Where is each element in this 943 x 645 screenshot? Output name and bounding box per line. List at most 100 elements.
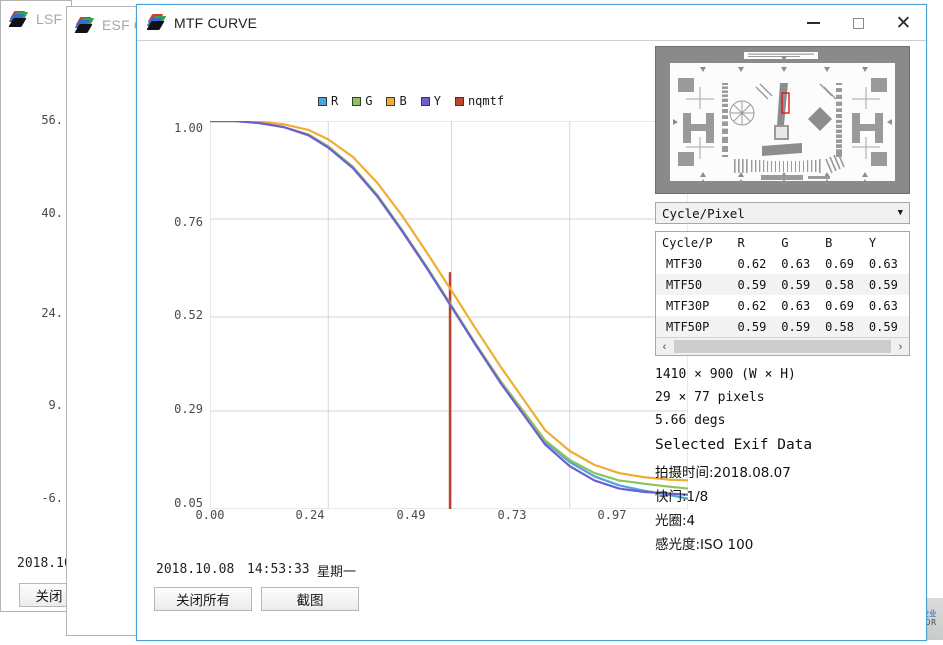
legend-swatch-r <box>318 96 327 106</box>
cell-mtf50p-g: 0.59 <box>781 319 811 334</box>
test-chart-thumbnail[interactable] <box>655 46 910 194</box>
exif-capture-time: 拍摄时间:2018.08.07 <box>655 465 791 481</box>
lsf-ytick-1: 40. <box>41 206 63 220</box>
cell-mtf50p-b: 0.58 <box>825 319 855 334</box>
table-row[interactable]: MTF30 0.62 0.63 0.69 0.63 <box>656 253 909 274</box>
mtf-titlebar[interactable]: MTF CURVE ✕ <box>137 5 926 41</box>
unit-select[interactable]: Cycle/Pixel ▼ <box>655 202 910 224</box>
screenshot-button[interactable]: 截图 <box>261 587 359 611</box>
col-header-r: R <box>731 232 776 253</box>
row-label-mtf50: MTF50 <box>666 277 703 292</box>
chart-ytick-3: 0.29 <box>174 402 203 416</box>
scroll-right-icon[interactable]: › <box>892 338 909 355</box>
cell-mtf50p-y: 0.59 <box>868 319 898 334</box>
cell-mtf30-y: 0.63 <box>868 256 898 271</box>
legend-item-g: G <box>352 94 372 108</box>
exif-aperture: 光圈:4 <box>655 513 696 529</box>
lsf-status-date: 2018.10 <box>17 556 72 571</box>
window-mtf-curve[interactable]: MTF CURVE ✕ R G B Y nqmtf 1.00 0.76 0.52… <box>136 4 927 641</box>
legend-label-nqmtf: nqmtf <box>467 94 505 108</box>
row-label-mtf30p: MTF30P <box>666 298 710 313</box>
legend-swatch-y <box>420 96 430 106</box>
window-lsf-curve[interactable]: LSF CU 56. 40. 24. 9. -6. 2018.10 关闭 <box>0 0 87 612</box>
chart-xtick-2: 0.49 <box>396 508 426 522</box>
cell-mtf30p-b: 0.69 <box>825 298 855 313</box>
table-row[interactable]: MTF50 0.59 0.59 0.58 0.59 <box>656 274 909 295</box>
legend-item-y: Y <box>420 94 441 108</box>
chevron-down-icon[interactable]: ▼ <box>898 208 903 218</box>
lsf-ytick-2: 24. <box>41 306 63 320</box>
app-logo-icon <box>146 14 167 31</box>
chart-ytick-2: 0.52 <box>174 308 203 322</box>
status-time: 14:53:33 <box>247 562 310 577</box>
cell-mtf30-b: 0.69 <box>825 256 855 271</box>
chart-xtick-4: 0.97 <box>597 508 627 522</box>
table-horizontal-scrollbar[interactable]: ‹ › <box>656 337 909 355</box>
col-header-cyclep: Cycle/P <box>656 232 732 253</box>
lsf-ytick-3: 9. <box>48 398 63 412</box>
legend-item-nqmtf: nqmtf <box>454 94 505 108</box>
chart-ytick-0: 1.00 <box>174 121 203 135</box>
legend-item-b: B <box>386 94 407 108</box>
legend-swatch-b <box>386 96 396 106</box>
image-dimensions-label: 1410 × 900 (W × H) <box>655 367 796 382</box>
edge-angle-label: 5.66 degs <box>655 413 726 428</box>
lsf-titlebar[interactable]: LSF CU <box>1 1 87 37</box>
cell-mtf50-b: 0.58 <box>825 277 855 292</box>
scrollbar-thumb[interactable] <box>674 340 891 353</box>
chart-legend: R G B Y nqmtf <box>318 94 504 108</box>
legend-swatch-g <box>352 96 362 106</box>
col-header-g: G <box>775 232 820 253</box>
status-date: 2018.10.08 <box>156 562 235 577</box>
chart-xtick-1: 0.24 <box>295 508 325 522</box>
mtf-results-table[interactable]: Cycle/P R G B Y MTF30 0.62 0.63 0.69 0.6… <box>655 231 910 356</box>
exif-heading: Selected Exif Data <box>655 437 813 453</box>
col-header-y: Y <box>862 232 909 253</box>
cell-mtf30p-y: 0.63 <box>868 298 898 313</box>
roi-size-label: 29 × 77 pixels <box>655 390 765 405</box>
iso-chart-preview <box>656 47 909 193</box>
status-weekday: 星期一 <box>317 565 357 580</box>
exif-shutter: 快门:1/8 <box>655 489 709 505</box>
legend-label-y: Y <box>433 94 441 108</box>
mtf-curve-svg <box>210 121 688 509</box>
cell-mtf30-r: 0.62 <box>737 256 767 271</box>
maximize-icon[interactable] <box>836 5 881 41</box>
legend-label-b: B <box>399 94 407 108</box>
table-row[interactable]: MTF50P 0.59 0.59 0.58 0.59 <box>656 316 909 337</box>
cell-mtf30-g: 0.63 <box>781 256 811 271</box>
unit-select-value: Cycle/Pixel <box>662 205 745 221</box>
chart-xtick-0: 0.00 <box>195 508 225 522</box>
cell-mtf30p-r: 0.62 <box>737 298 767 313</box>
cell-mtf50-g: 0.59 <box>781 277 811 292</box>
table-header-row: Cycle/P R G B Y <box>656 232 909 253</box>
table-row[interactable]: MTF30P 0.62 0.63 0.69 0.63 <box>656 295 909 316</box>
app-root: 3nh 颜色检测行业领军企业 FOCUS ON COLOR LSF CU 56.… <box>0 0 943 645</box>
chart-ytick-1: 0.76 <box>174 215 203 229</box>
window-esf-curve[interactable]: ESF Cur 1.0 0.7 0.4 0.2 -0.0 2018.10. 关闭… <box>66 6 213 636</box>
exif-iso: 感光度:ISO 100 <box>655 537 754 553</box>
cell-mtf50-y: 0.59 <box>868 277 898 292</box>
close-icon[interactable]: ✕ <box>881 5 926 41</box>
window-controls: ✕ <box>791 5 926 40</box>
minimize-icon[interactable] <box>791 5 836 41</box>
app-logo-icon <box>8 10 29 28</box>
col-header-b: B <box>819 232 863 253</box>
cell-mtf30p-g: 0.63 <box>781 298 811 313</box>
mtf-plot-area <box>210 121 688 509</box>
lsf-ytick-4: -6. <box>41 491 63 505</box>
legend-label-g: G <box>365 94 373 108</box>
close-all-button[interactable]: 关闭所有 <box>154 587 252 611</box>
legend-item-r: R <box>318 94 338 108</box>
app-logo-icon <box>74 16 95 34</box>
legend-label-r: R <box>331 94 339 108</box>
cell-mtf50-r: 0.59 <box>737 277 767 292</box>
legend-swatch-nqmtf <box>454 96 464 106</box>
row-label-mtf50p: MTF50P <box>666 319 710 334</box>
row-label-mtf30: MTF30 <box>666 256 703 271</box>
lsf-ytick-0: 56. <box>41 113 63 127</box>
scroll-left-icon[interactable]: ‹ <box>656 338 673 355</box>
chart-xtick-3: 0.73 <box>497 508 527 522</box>
cell-mtf50p-r: 0.59 <box>737 319 767 334</box>
esf-titlebar[interactable]: ESF Cur <box>67 7 157 43</box>
